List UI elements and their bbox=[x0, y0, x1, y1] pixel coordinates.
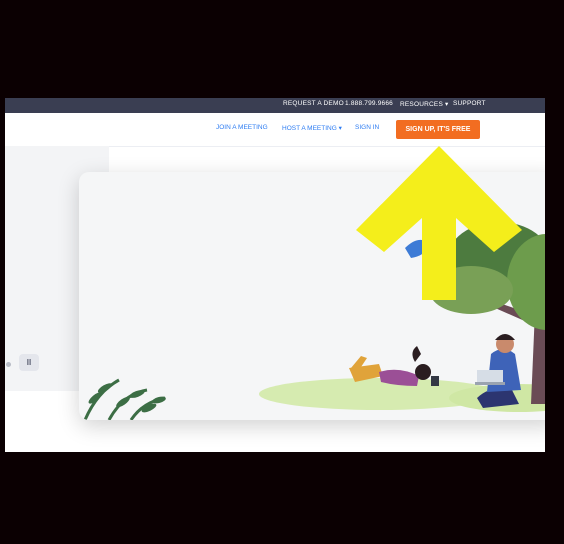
host-meeting-menu[interactable]: HOST A MEETING ▾ bbox=[282, 124, 342, 132]
main-navbar: JOIN A MEETING HOST A MEETING ▾ SIGN IN … bbox=[5, 113, 545, 147]
top-utility-bar: REQUEST A DEMO 1.888.799.9666 RESOURCES … bbox=[5, 98, 545, 113]
fern-leaves bbox=[88, 383, 166, 413]
sign-in-link[interactable]: SIGN IN bbox=[355, 124, 379, 131]
sign-up-button[interactable]: SIGN UP, IT'S FREE bbox=[396, 120, 480, 139]
chevron-down-icon: ▾ bbox=[338, 125, 342, 132]
phone-number-link[interactable]: 1.888.799.9666 bbox=[345, 100, 393, 107]
join-meeting-link[interactable]: JOIN A MEETING bbox=[216, 124, 268, 131]
arrow-up-icon bbox=[356, 146, 522, 300]
support-link[interactable]: SUPPORT bbox=[453, 100, 486, 107]
carousel-dot-icon[interactable] bbox=[6, 362, 11, 367]
resources-label: RESOURCES bbox=[400, 101, 443, 108]
pause-icon[interactable]: II bbox=[19, 354, 39, 371]
resources-menu[interactable]: RESOURCES ▾ bbox=[400, 100, 448, 108]
man-with-laptop-figure bbox=[475, 334, 521, 408]
request-demo-link[interactable]: REQUEST A DEMO bbox=[283, 100, 344, 107]
chevron-down-icon: ▾ bbox=[445, 101, 449, 108]
host-meeting-label: HOST A MEETING bbox=[282, 125, 337, 132]
